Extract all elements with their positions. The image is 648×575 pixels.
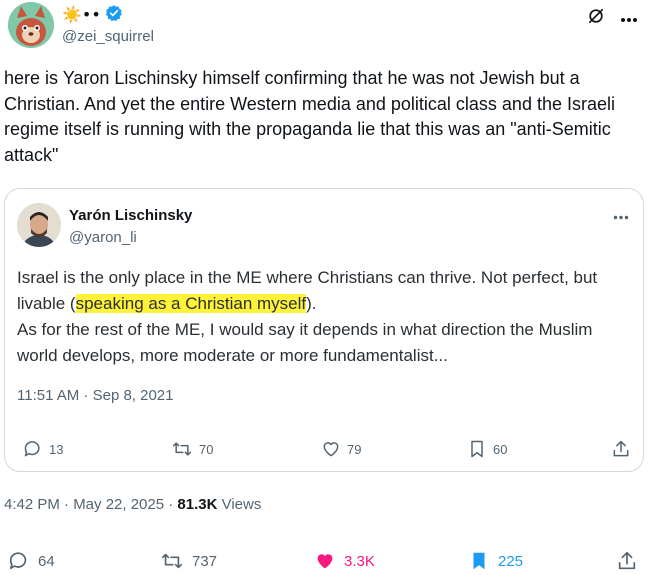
bookmark-button[interactable]: 225 — [468, 550, 523, 572]
heart-icon — [323, 442, 339, 457]
quoted-text-highlight: speaking as a Christian myself — [75, 294, 307, 313]
bookmark-icon — [471, 440, 483, 458]
bookmark-count: 225 — [498, 552, 524, 570]
quoted-text: Israel is the only place in the ME where… — [17, 265, 633, 369]
retweet-button[interactable]: 737 — [160, 550, 217, 572]
share-button[interactable] — [616, 550, 638, 572]
share-icon — [618, 551, 636, 570]
retweet-icon — [172, 442, 192, 456]
tweet-text: here is Yaron Lischinsky himself confirm… — [4, 68, 615, 165]
quoted-bookmark-button[interactable]: 60 — [467, 439, 507, 459]
quoted-like-button[interactable]: 79 — [321, 439, 361, 459]
quoted-action-bar: 13 70 79 60 — [17, 439, 633, 463]
quoted-reply-button[interactable]: 13 — [23, 439, 63, 459]
share-icon — [613, 440, 629, 457]
tweet-header: ☀️•• @zei_squirrel — [4, 2, 644, 52]
quoted-tweet[interactable]: Yarón Lischinsky @yaron_li Israel is the… — [4, 188, 644, 472]
bookmark-filled-icon — [473, 552, 485, 570]
more-options-icon[interactable] — [620, 10, 638, 28]
quoted-timestamp[interactable]: 11:51 AM · Sep 8, 2021 — [17, 387, 174, 404]
heart-filled-icon — [317, 554, 333, 569]
quoted-author-name[interactable]: Yarón Lischinsky — [69, 207, 192, 224]
emoji-status: ☀️•• — [62, 5, 101, 24]
like-count: 3.3K — [344, 552, 375, 570]
quoted-bookmark-count: 60 — [493, 441, 508, 457]
retweet-icon — [162, 553, 182, 569]
quoted-author-handle[interactable]: @yaron_li — [69, 229, 137, 246]
reply-count: 64 — [38, 552, 55, 570]
tweet-meta: 4:42 PM · May 22, 2025 · 81.3K Views — [4, 496, 261, 513]
views-count: 81.3K — [177, 496, 218, 513]
views-label: Views — [217, 496, 262, 513]
quoted-share-button[interactable] — [611, 439, 631, 459]
grok-icon[interactable] — [586, 6, 606, 31]
top-icons — [586, 6, 638, 31]
quoted-retweet-button[interactable]: 70 — [171, 439, 213, 459]
reply-icon — [24, 441, 40, 457]
action-bar: 64 737 3.3K 225 — [6, 550, 642, 574]
reply-icon — [9, 552, 27, 570]
quoted-like-count: 79 — [347, 441, 362, 457]
quoted-more-options-icon[interactable] — [613, 207, 629, 225]
quoted-retweet-count: 70 — [199, 441, 214, 457]
tweet-timestamp[interactable]: 4:42 PM · May 22, 2025 · — [4, 496, 177, 513]
verified-badge-icon — [105, 4, 123, 27]
quoted-reply-count: 13 — [49, 441, 64, 457]
quoted-text-part2: ). — [306, 294, 317, 313]
quoted-author-avatar[interactable] — [17, 203, 61, 247]
reply-button[interactable]: 64 — [8, 550, 55, 572]
author-avatar[interactable] — [8, 2, 54, 48]
author-name-row: ☀️•• — [62, 4, 123, 26]
author-handle[interactable]: @zei_squirrel — [62, 28, 154, 45]
like-button[interactable]: 3.3K — [314, 550, 375, 572]
quoted-text-line2: As for the rest of the ME, I would say i… — [17, 320, 593, 365]
retweet-count: 737 — [192, 552, 218, 570]
